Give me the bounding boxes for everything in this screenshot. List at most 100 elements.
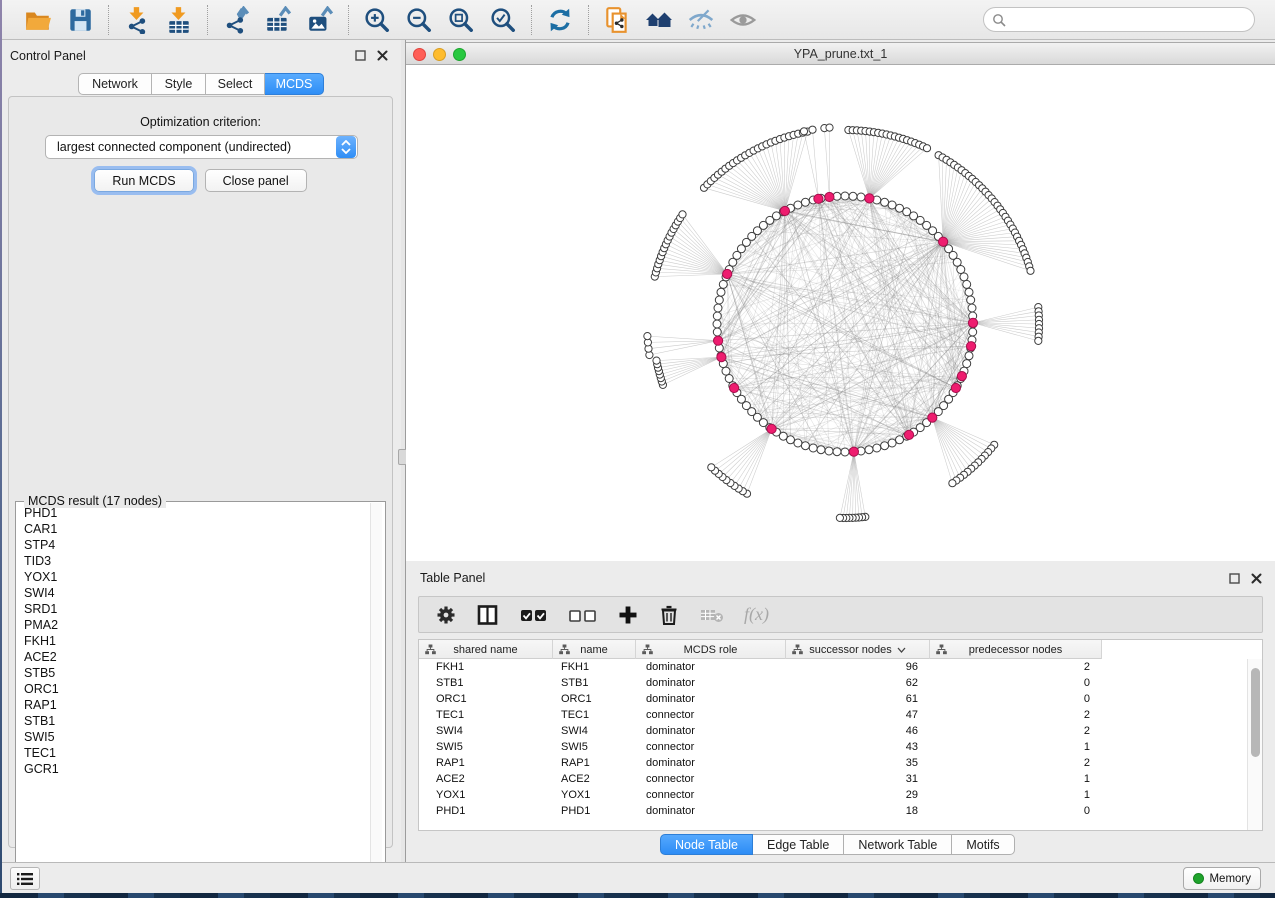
cell-shared_name[interactable]: SWI4 <box>419 723 553 739</box>
table-row[interactable]: ACE2ACE2connector311 <box>419 771 1102 787</box>
mcds-hub-node[interactable] <box>904 430 913 439</box>
tab-mcds[interactable]: MCDS <box>265 73 324 95</box>
select-all-columns-button[interactable] <box>519 604 549 626</box>
run-mcds-button[interactable]: Run MCDS <box>94 169 193 192</box>
minimize-window-icon[interactable] <box>433 48 446 61</box>
ring-node[interactable] <box>865 446 873 454</box>
unselect-all-columns-button[interactable] <box>568 604 598 626</box>
memory-button[interactable]: Memory <box>1183 867 1261 890</box>
cell-successors[interactable]: 46 <box>786 723 930 739</box>
leaf-node[interactable] <box>800 128 807 135</box>
table-row[interactable]: FKH1FKH1dominator962 <box>419 659 1102 675</box>
cell-role[interactable]: dominator <box>636 723 786 739</box>
mcds-hub-node[interactable] <box>928 413 937 422</box>
cell-predecessors[interactable]: 2 <box>930 723 1102 739</box>
cell-successors[interactable]: 18 <box>786 803 930 819</box>
cell-predecessors[interactable]: 0 <box>930 803 1102 819</box>
zoom-fit-button[interactable] <box>447 6 475 34</box>
cell-role[interactable]: connector <box>636 787 786 803</box>
export-table-button[interactable] <box>264 6 292 34</box>
ring-node[interactable] <box>722 367 730 375</box>
import-table-button[interactable] <box>165 6 193 34</box>
cell-successors[interactable]: 29 <box>786 787 930 803</box>
maximize-window-icon[interactable] <box>453 48 466 61</box>
refresh-button[interactable] <box>546 6 574 34</box>
search-field[interactable] <box>983 7 1255 32</box>
cell-role[interactable]: dominator <box>636 691 786 707</box>
ring-node[interactable] <box>713 312 721 320</box>
leaf-node[interactable] <box>653 357 660 364</box>
mcds-hub-node[interactable] <box>723 269 732 278</box>
ring-node[interactable] <box>965 288 973 296</box>
mcds-result-item[interactable]: TID3 <box>17 553 372 569</box>
close-panel-icon[interactable] <box>376 49 389 62</box>
ring-node[interactable] <box>888 439 896 447</box>
table-scrollbar[interactable] <box>1247 659 1262 831</box>
mcds-hub-node[interactable] <box>825 192 834 201</box>
cell-shared_name[interactable]: YOX1 <box>419 787 553 803</box>
leaf-node[interactable] <box>679 211 686 218</box>
close-window-icon[interactable] <box>413 48 426 61</box>
network-window-titlebar[interactable]: YPA_prune.txt_1 <box>406 43 1275 65</box>
mcds-hub-node[interactable] <box>865 194 874 203</box>
mcds-hub-node[interactable] <box>717 353 726 362</box>
cell-successors[interactable]: 47 <box>786 707 930 723</box>
mcds-result-item[interactable]: GCR1 <box>17 761 372 777</box>
network-canvas[interactable] <box>406 65 1275 561</box>
tab-edge-table[interactable]: Edge Table <box>753 834 844 855</box>
cell-shared_name[interactable]: STB1 <box>419 675 553 691</box>
ring-node[interactable] <box>817 446 825 454</box>
column-header-predecessor-nodes[interactable]: predecessor nodes <box>930 640 1102 659</box>
column-header-MCDS-role[interactable]: MCDS role <box>636 640 786 659</box>
ring-node[interactable] <box>968 304 976 312</box>
mcds-hub-node[interactable] <box>814 194 823 203</box>
mcds-result-item[interactable]: YOX1 <box>17 569 372 585</box>
save-button[interactable] <box>66 6 94 34</box>
zoom-out-button[interactable] <box>405 6 433 34</box>
ring-node[interactable] <box>881 198 889 206</box>
tab-network[interactable]: Network <box>78 73 152 95</box>
mcds-hub-node[interactable] <box>714 336 723 345</box>
ring-node[interactable] <box>896 436 904 444</box>
cell-predecessors[interactable]: 2 <box>930 755 1102 771</box>
ring-node[interactable] <box>801 442 809 450</box>
leaf-node[interactable] <box>949 480 956 487</box>
mcds-result-item[interactable]: FKH1 <box>17 633 372 649</box>
ring-node[interactable] <box>794 201 802 209</box>
ring-node[interactable] <box>841 448 849 456</box>
export-image-button[interactable] <box>306 6 334 34</box>
table-row[interactable]: ORC1ORC1dominator610 <box>419 691 1102 707</box>
ring-node[interactable] <box>809 444 817 452</box>
table-scrollbar-thumb[interactable] <box>1251 668 1260 757</box>
import-network-button[interactable] <box>123 6 151 34</box>
mcds-hub-node[interactable] <box>939 237 948 246</box>
table-row[interactable]: SWI4SWI4dominator462 <box>419 723 1102 739</box>
leaf-node[interactable] <box>809 126 816 133</box>
mcds-result-item[interactable]: RAP1 <box>17 697 372 713</box>
ring-node[interactable] <box>715 296 723 304</box>
ring-node[interactable] <box>713 320 721 328</box>
ring-node[interactable] <box>714 304 722 312</box>
cell-role[interactable]: connector <box>636 771 786 787</box>
table-row[interactable]: YOX1YOX1connector291 <box>419 787 1102 803</box>
cell-name[interactable]: PHD1 <box>553 803 636 819</box>
ring-node[interactable] <box>801 198 809 206</box>
ring-node[interactable] <box>969 328 977 336</box>
network-graph[interactable] <box>406 65 1275 561</box>
cell-name[interactable]: SWI4 <box>553 723 636 739</box>
cell-successors[interactable]: 35 <box>786 755 930 771</box>
ring-node[interactable] <box>965 352 973 360</box>
column-header-name[interactable]: name <box>553 640 636 659</box>
show-column-button[interactable] <box>476 604 500 626</box>
show-all-button[interactable] <box>729 6 757 34</box>
mcds-result-item[interactable]: SRD1 <box>17 601 372 617</box>
leaf-node[interactable] <box>1027 267 1034 274</box>
home-button[interactable] <box>645 6 673 34</box>
mcds-hub-node[interactable] <box>780 206 789 215</box>
tab-style[interactable]: Style <box>152 73 206 95</box>
cell-predecessors[interactable]: 1 <box>930 771 1102 787</box>
cell-role[interactable]: connector <box>636 707 786 723</box>
mcds-hub-node[interactable] <box>957 372 966 381</box>
ring-node[interactable] <box>967 296 975 304</box>
column-header-shared-name[interactable]: shared name <box>419 640 553 659</box>
